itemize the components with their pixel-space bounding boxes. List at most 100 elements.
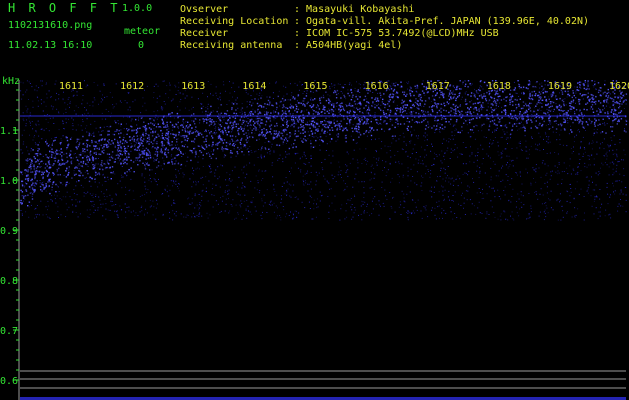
noise-speck	[334, 108, 336, 110]
signal-speck	[437, 103, 440, 105]
noise-speck	[425, 205, 427, 207]
noise-speck	[154, 142, 156, 144]
noise-speck	[95, 127, 97, 129]
noise-speck	[596, 132, 598, 134]
signal-speck	[380, 109, 382, 111]
noise-speck	[530, 183, 532, 185]
signal-speck	[74, 167, 76, 169]
noise-speck	[507, 162, 508, 164]
signal-speck	[337, 136, 339, 138]
noise-speck	[196, 204, 198, 206]
signal-speck	[404, 110, 406, 112]
noise-speck	[280, 195, 282, 197]
noise-speck	[617, 210, 619, 212]
noise-speck	[502, 136, 503, 138]
noise-speck	[65, 216, 67, 218]
noise-speck	[105, 208, 107, 210]
signal-speck	[110, 171, 112, 174]
noise-speck	[453, 200, 454, 202]
noise-speck	[454, 144, 456, 146]
noise-speck	[552, 209, 554, 211]
signal-speck	[88, 133, 91, 135]
noise-speck	[337, 139, 339, 141]
noise-speck	[302, 175, 304, 177]
signal-speck	[454, 109, 456, 111]
noise-speck	[135, 212, 137, 214]
noise-speck	[342, 107, 344, 109]
noise-speck	[345, 164, 346, 166]
noise-speck	[83, 192, 85, 194]
noise-speck	[154, 158, 156, 160]
signal-speck	[348, 95, 351, 97]
noise-speck	[359, 92, 361, 93]
signal-speck	[465, 120, 467, 122]
signal-speck	[152, 146, 154, 148]
noise-speck	[346, 216, 348, 218]
signal-speck	[148, 138, 151, 140]
noise-speck	[209, 133, 211, 135]
noise-speck	[476, 159, 478, 161]
signal-speck	[251, 129, 253, 131]
signal-speck	[563, 103, 565, 105]
noise-speck	[104, 96, 106, 98]
noise-speck	[51, 195, 53, 197]
noise-speck	[407, 186, 409, 188]
noise-speck	[519, 145, 521, 147]
signal-speck	[621, 103, 623, 105]
signal-speck	[161, 134, 163, 137]
noise-speck	[584, 162, 586, 164]
noise-speck	[177, 170, 179, 172]
noise-speck	[194, 195, 196, 197]
noise-speck	[464, 214, 466, 215]
signal-speck	[293, 120, 295, 122]
noise-speck	[173, 199, 175, 201]
signal-speck	[333, 91, 335, 94]
noise-speck	[109, 92, 111, 94]
noise-speck	[600, 143, 601, 145]
noise-speck	[166, 191, 168, 193]
noise-speck	[606, 182, 608, 184]
noise-speck	[163, 80, 165, 82]
noise-speck	[92, 155, 93, 157]
noise-speck	[58, 94, 60, 96]
noise-speck	[249, 127, 251, 129]
signal-speck	[65, 185, 67, 187]
signal-speck	[70, 157, 72, 159]
signal-speck	[329, 133, 331, 136]
signal-speck	[37, 144, 39, 146]
signal-speck	[245, 139, 247, 141]
noise-speck	[73, 192, 75, 194]
noise-speck	[610, 217, 612, 219]
signal-speck	[495, 104, 497, 107]
noise-speck	[537, 198, 539, 200]
noise-speck	[511, 178, 513, 180]
noise-speck	[194, 193, 196, 195]
signal-speck	[33, 168, 35, 170]
noise-speck	[470, 136, 472, 138]
noise-speck	[90, 185, 92, 187]
noise-speck	[85, 109, 87, 111]
noise-speck	[255, 210, 257, 212]
signal-speck	[596, 110, 598, 112]
noise-speck	[68, 206, 70, 208]
noise-speck	[346, 165, 348, 167]
noise-speck	[447, 147, 449, 149]
signal-speck	[132, 161, 135, 163]
signal-speck	[229, 142, 231, 145]
signal-speck	[602, 105, 604, 107]
noise-speck	[90, 200, 92, 202]
noise-speck	[92, 196, 94, 198]
noise-speck	[271, 146, 272, 148]
noise-speck	[125, 186, 126, 188]
noise-speck	[352, 124, 354, 126]
noise-speck	[561, 178, 563, 180]
noise-speck	[128, 206, 130, 208]
signal-speck	[266, 103, 269, 106]
signal-speck	[116, 129, 118, 131]
noise-speck	[326, 143, 328, 145]
signal-speck	[124, 158, 126, 160]
noise-speck	[528, 214, 530, 216]
noise-speck	[279, 215, 281, 216]
noise-speck	[94, 181, 96, 183]
noise-speck	[423, 105, 425, 107]
